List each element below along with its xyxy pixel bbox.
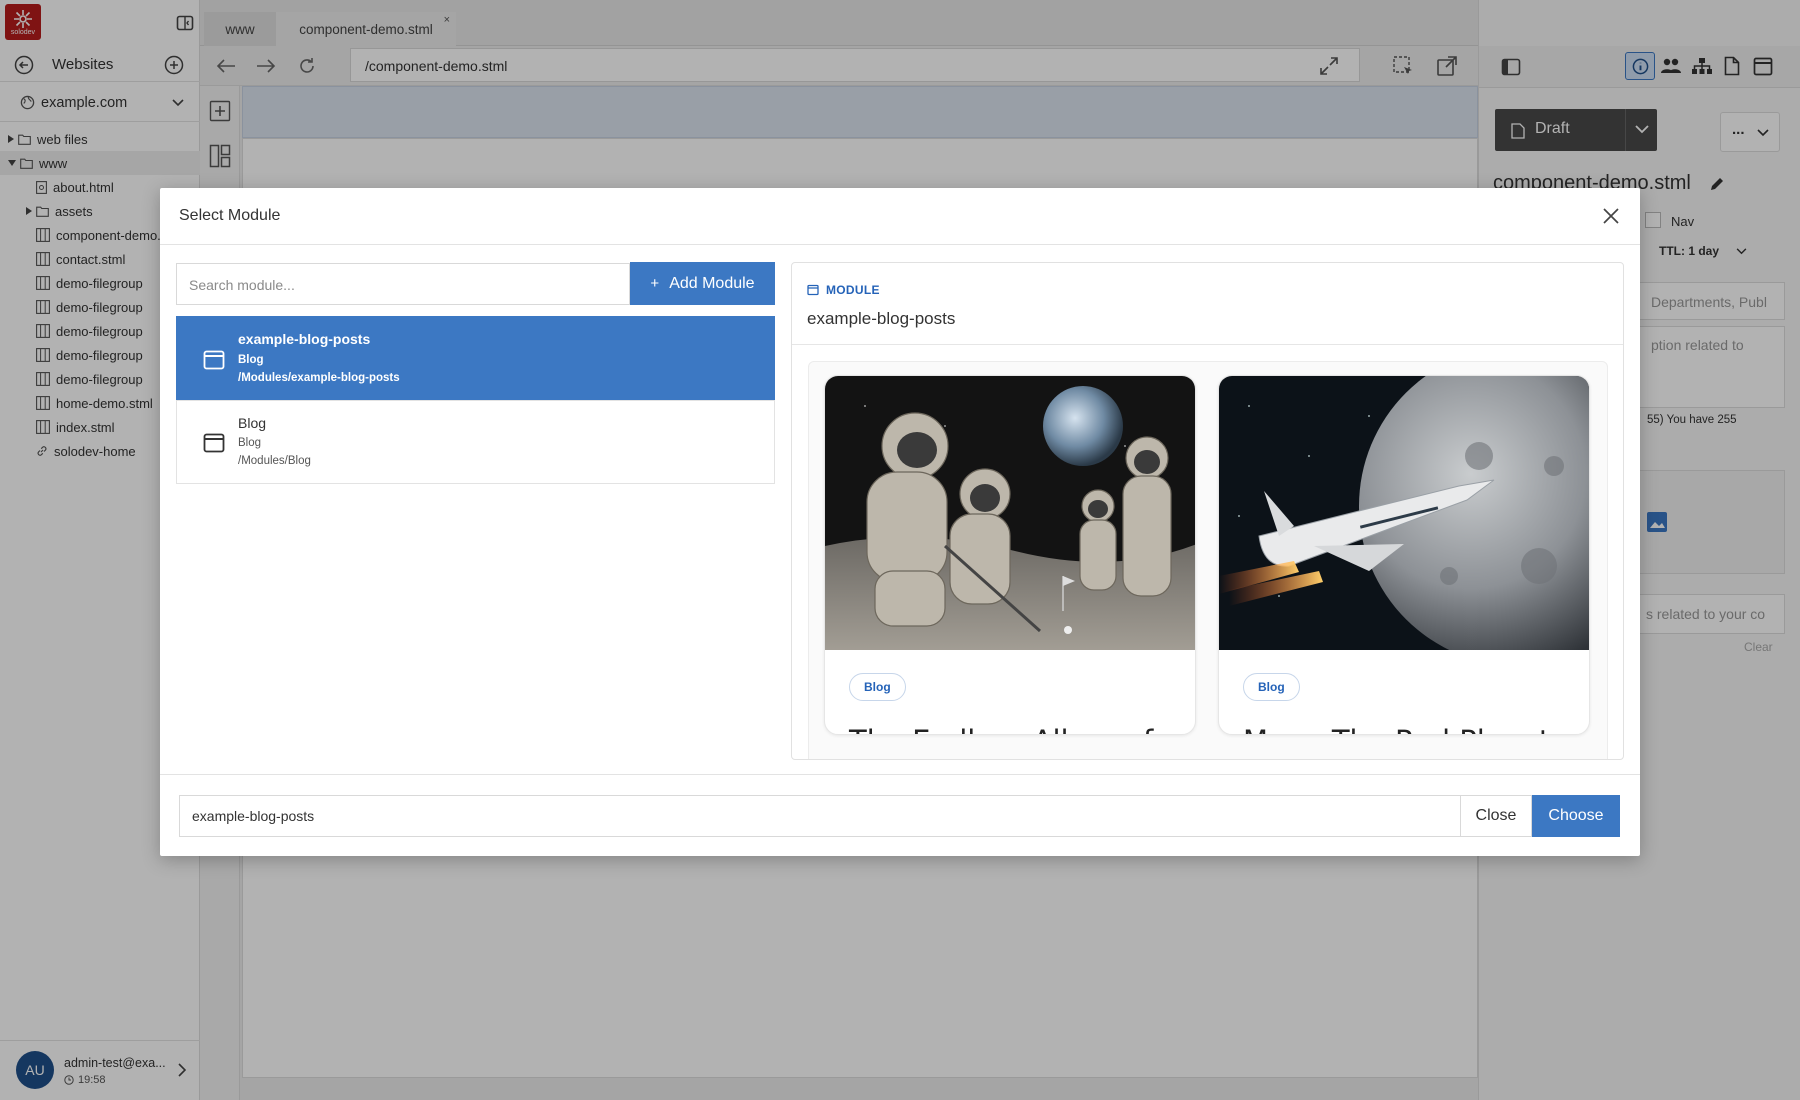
add-module-button[interactable]: + Add Module bbox=[630, 262, 775, 305]
close-label: Close bbox=[1475, 807, 1517, 824]
module-category: Blog bbox=[238, 354, 264, 366]
module-path: /Modules/example-blog-posts bbox=[238, 372, 400, 384]
module-path: /Modules/Blog bbox=[238, 455, 311, 467]
plus-icon: + bbox=[650, 275, 660, 292]
blog-card-title[interactable]: Mars: The Red Planet bbox=[1243, 724, 1550, 734]
blog-tag[interactable]: Blog bbox=[1243, 673, 1300, 701]
dialog-header: Select Module bbox=[160, 188, 1640, 245]
blog-card-title[interactable]: The Endless Allure of bbox=[849, 724, 1153, 734]
close-button[interactable]: Close bbox=[1460, 795, 1532, 837]
selected-module-value: example-blog-posts bbox=[192, 808, 315, 824]
module-list-item-blog[interactable]: Blog Blog /Modules/Blog bbox=[176, 400, 775, 484]
choose-button[interactable]: Choose bbox=[1532, 795, 1620, 837]
blog-tag-label: Blog bbox=[1258, 680, 1285, 694]
add-module-label: Add Module bbox=[669, 274, 755, 292]
blog-card-image bbox=[825, 376, 1195, 650]
preview-kicker: MODULE bbox=[826, 283, 880, 297]
module-calendar-icon bbox=[203, 349, 225, 371]
blog-card-image bbox=[1219, 376, 1589, 650]
search-input[interactable]: Search module... bbox=[176, 263, 630, 305]
blog-card[interactable]: Blog Mars: The Red Planet bbox=[1218, 375, 1590, 735]
preview-name: example-blog-posts bbox=[807, 309, 956, 328]
dialog-title: Select Module bbox=[179, 207, 281, 224]
module-preview: MODULE example-blog-posts Blog Blog bbox=[791, 262, 1624, 760]
module-category: Blog bbox=[238, 437, 262, 449]
select-module-dialog: Select Module Search module... + Add Mod… bbox=[160, 188, 1640, 856]
module-list-item-example-blog-posts[interactable]: example-blog-posts Blog /Modules/example… bbox=[176, 316, 775, 400]
module-kicker-icon bbox=[807, 284, 819, 296]
module-name: Blog bbox=[238, 415, 267, 431]
module-name: example-blog-posts bbox=[238, 331, 371, 347]
search-placeholder: Search module... bbox=[189, 277, 295, 293]
blog-tag-label: Blog bbox=[864, 680, 891, 694]
selected-module-field[interactable]: example-blog-posts bbox=[179, 795, 1479, 837]
choose-label: Choose bbox=[1548, 807, 1604, 824]
blog-tag[interactable]: Blog bbox=[849, 673, 906, 701]
close-icon[interactable] bbox=[1603, 208, 1619, 224]
module-calendar-icon bbox=[203, 432, 225, 454]
blog-card[interactable]: Blog The Endless Allure of bbox=[824, 375, 1196, 735]
dialog-footer: example-blog-posts Close Choose bbox=[160, 774, 1640, 856]
